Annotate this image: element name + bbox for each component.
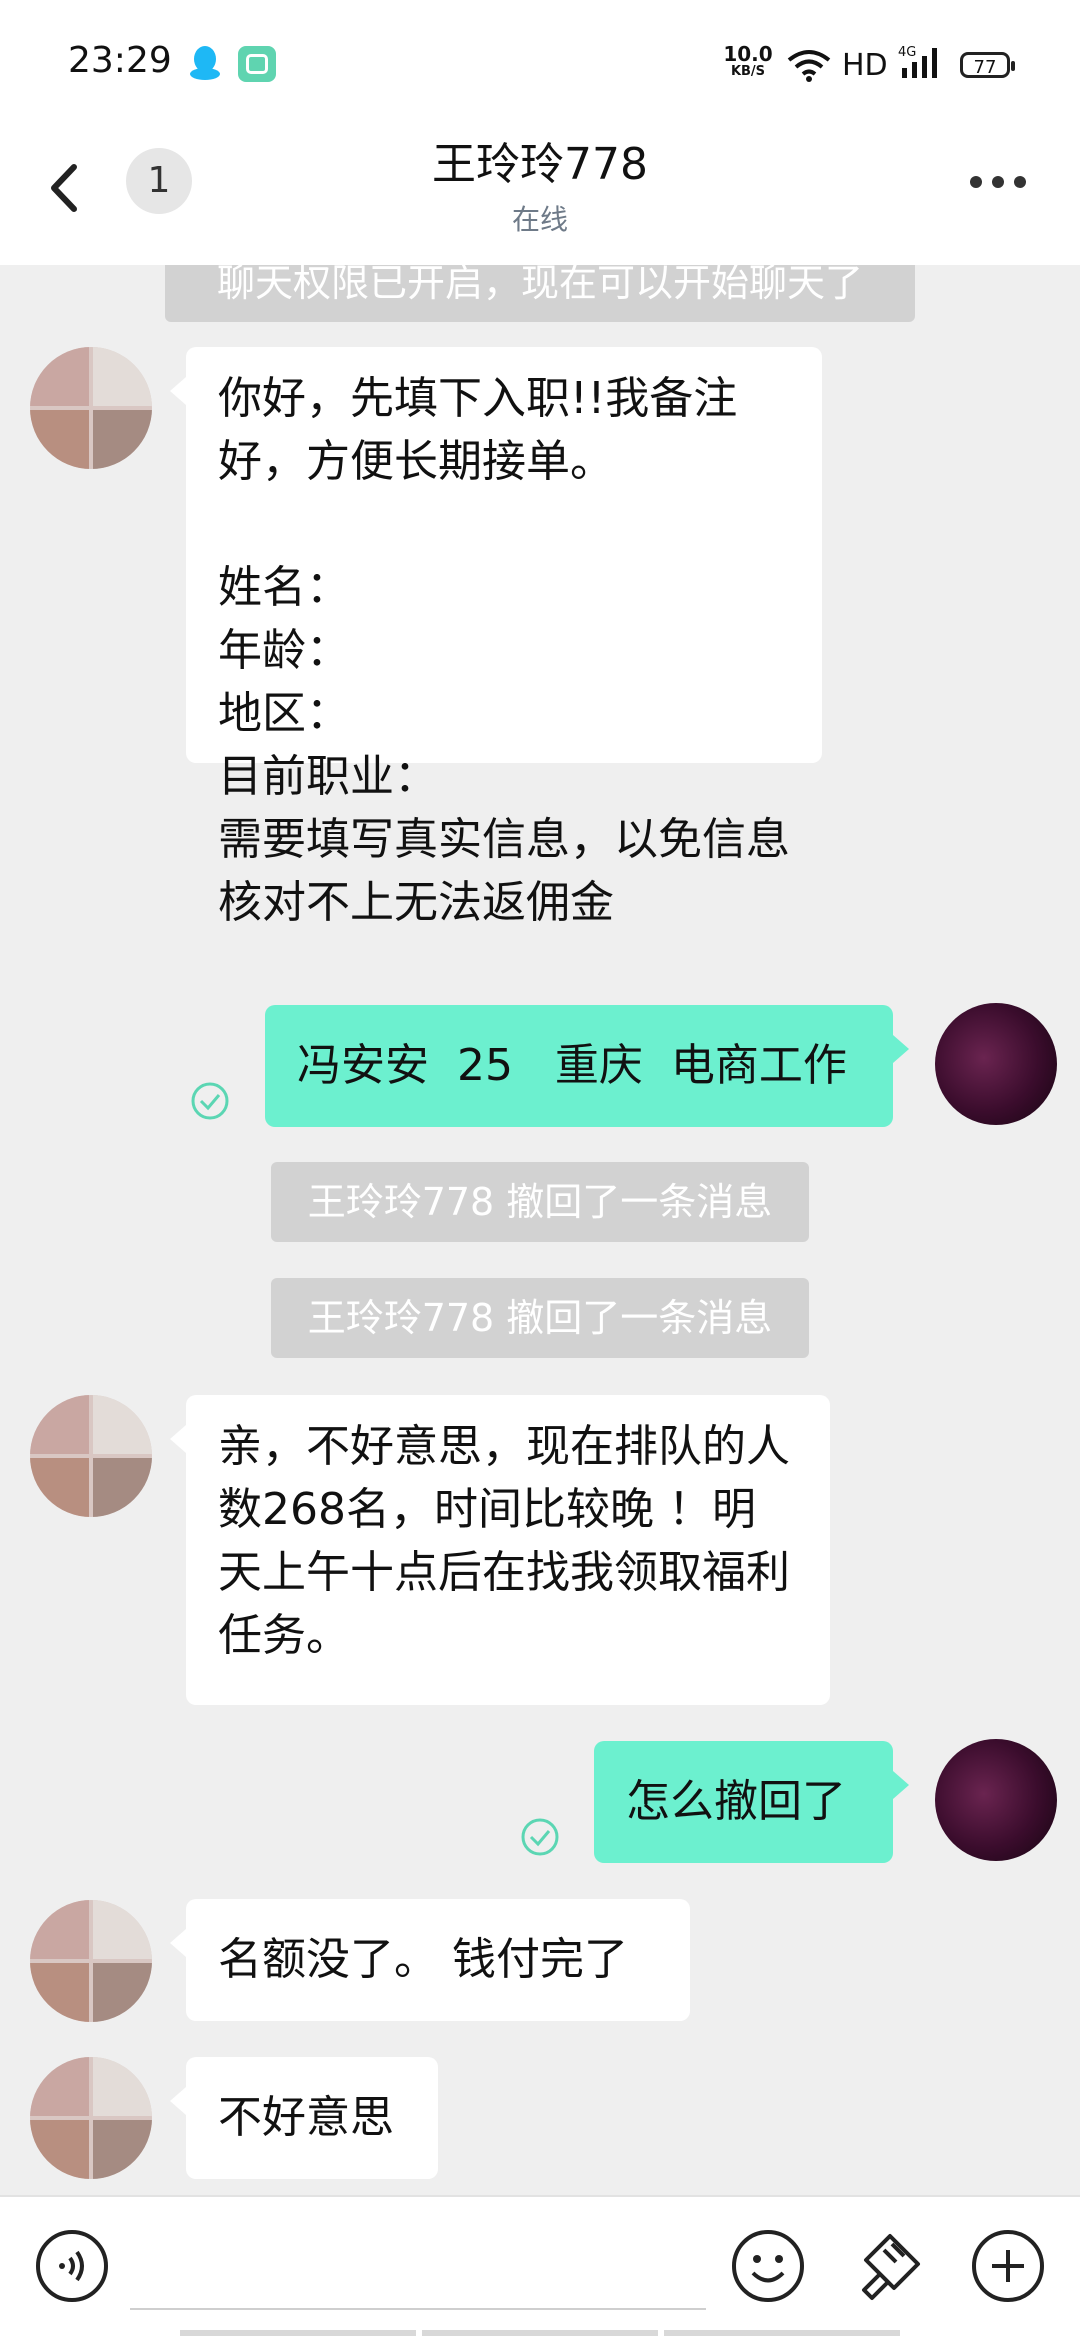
recall-notice: 王玲玲778 撤回了一条消息: [271, 1278, 809, 1358]
my-avatar[interactable]: [935, 1003, 1057, 1125]
battery-icon: 77: [960, 52, 1015, 78]
svg-text:4G: 4G: [898, 45, 916, 60]
emoji-icon[interactable]: [730, 2228, 806, 2304]
read-check-icon: [191, 1082, 229, 1120]
system-message: 聊天权限已开启，现在可以开始聊天了: [165, 265, 915, 322]
message-bubble-incoming[interactable]: 亲，不好意思，现在排队的人数268名，时间比较晚 ！明天上午十点后在找我领取福利…: [170, 1395, 830, 1705]
qq-icon: [190, 46, 220, 80]
keyboard-hint: [422, 2330, 658, 2336]
online-status: 在线: [511, 203, 568, 236]
net-speed: 10.0 KB/S: [723, 42, 773, 79]
message-bubble-outgoing[interactable]: 怎么撤回了: [594, 1741, 909, 1863]
read-check-icon: [521, 1818, 559, 1856]
message-bubble-incoming[interactable]: 名额没了。 钱付完了: [170, 1899, 690, 2021]
message-bubble-outgoing[interactable]: 冯安安 25 重庆 电商工作: [265, 1005, 909, 1127]
my-avatar[interactable]: [935, 1739, 1057, 1861]
message-list[interactable]: 聊天权限已开启，现在可以开始聊天了 你好，先填下入职!!我备注好，方便长期接单。…: [0, 265, 1080, 2195]
wifi-icon: [787, 50, 831, 82]
keyboard-hint: [664, 2330, 900, 2336]
message-input[interactable]: [130, 2308, 706, 2310]
more-icon[interactable]: [968, 172, 1028, 192]
voice-icon[interactable]: [34, 2228, 110, 2304]
contact-avatar[interactable]: [30, 2057, 152, 2179]
hd-indicator: HD: [842, 48, 888, 83]
status-time: 23:29: [68, 40, 172, 81]
contact-avatar[interactable]: [30, 347, 152, 469]
contact-avatar[interactable]: [30, 1395, 152, 1517]
app-icon: [238, 46, 276, 82]
signal-icon: 4G: [898, 45, 937, 78]
keyboard-hint: [180, 2330, 416, 2336]
status-bar: 23:29 10.0 KB/S HD 4G 77: [0, 0, 1080, 125]
add-icon[interactable]: [970, 2228, 1046, 2304]
contact-avatar[interactable]: [30, 1900, 152, 2022]
message-bubble-incoming[interactable]: 你好，先填下入职!!我备注好，方便长期接单。 姓名： 年龄： 地区： 目前职业：…: [170, 347, 822, 928]
message-bubble-incoming[interactable]: 不好意思: [170, 2057, 438, 2179]
recall-notice: 王玲玲778 撤回了一条消息: [271, 1162, 809, 1242]
page-title: 王玲玲778: [432, 139, 648, 190]
brush-icon[interactable]: [850, 2228, 926, 2304]
